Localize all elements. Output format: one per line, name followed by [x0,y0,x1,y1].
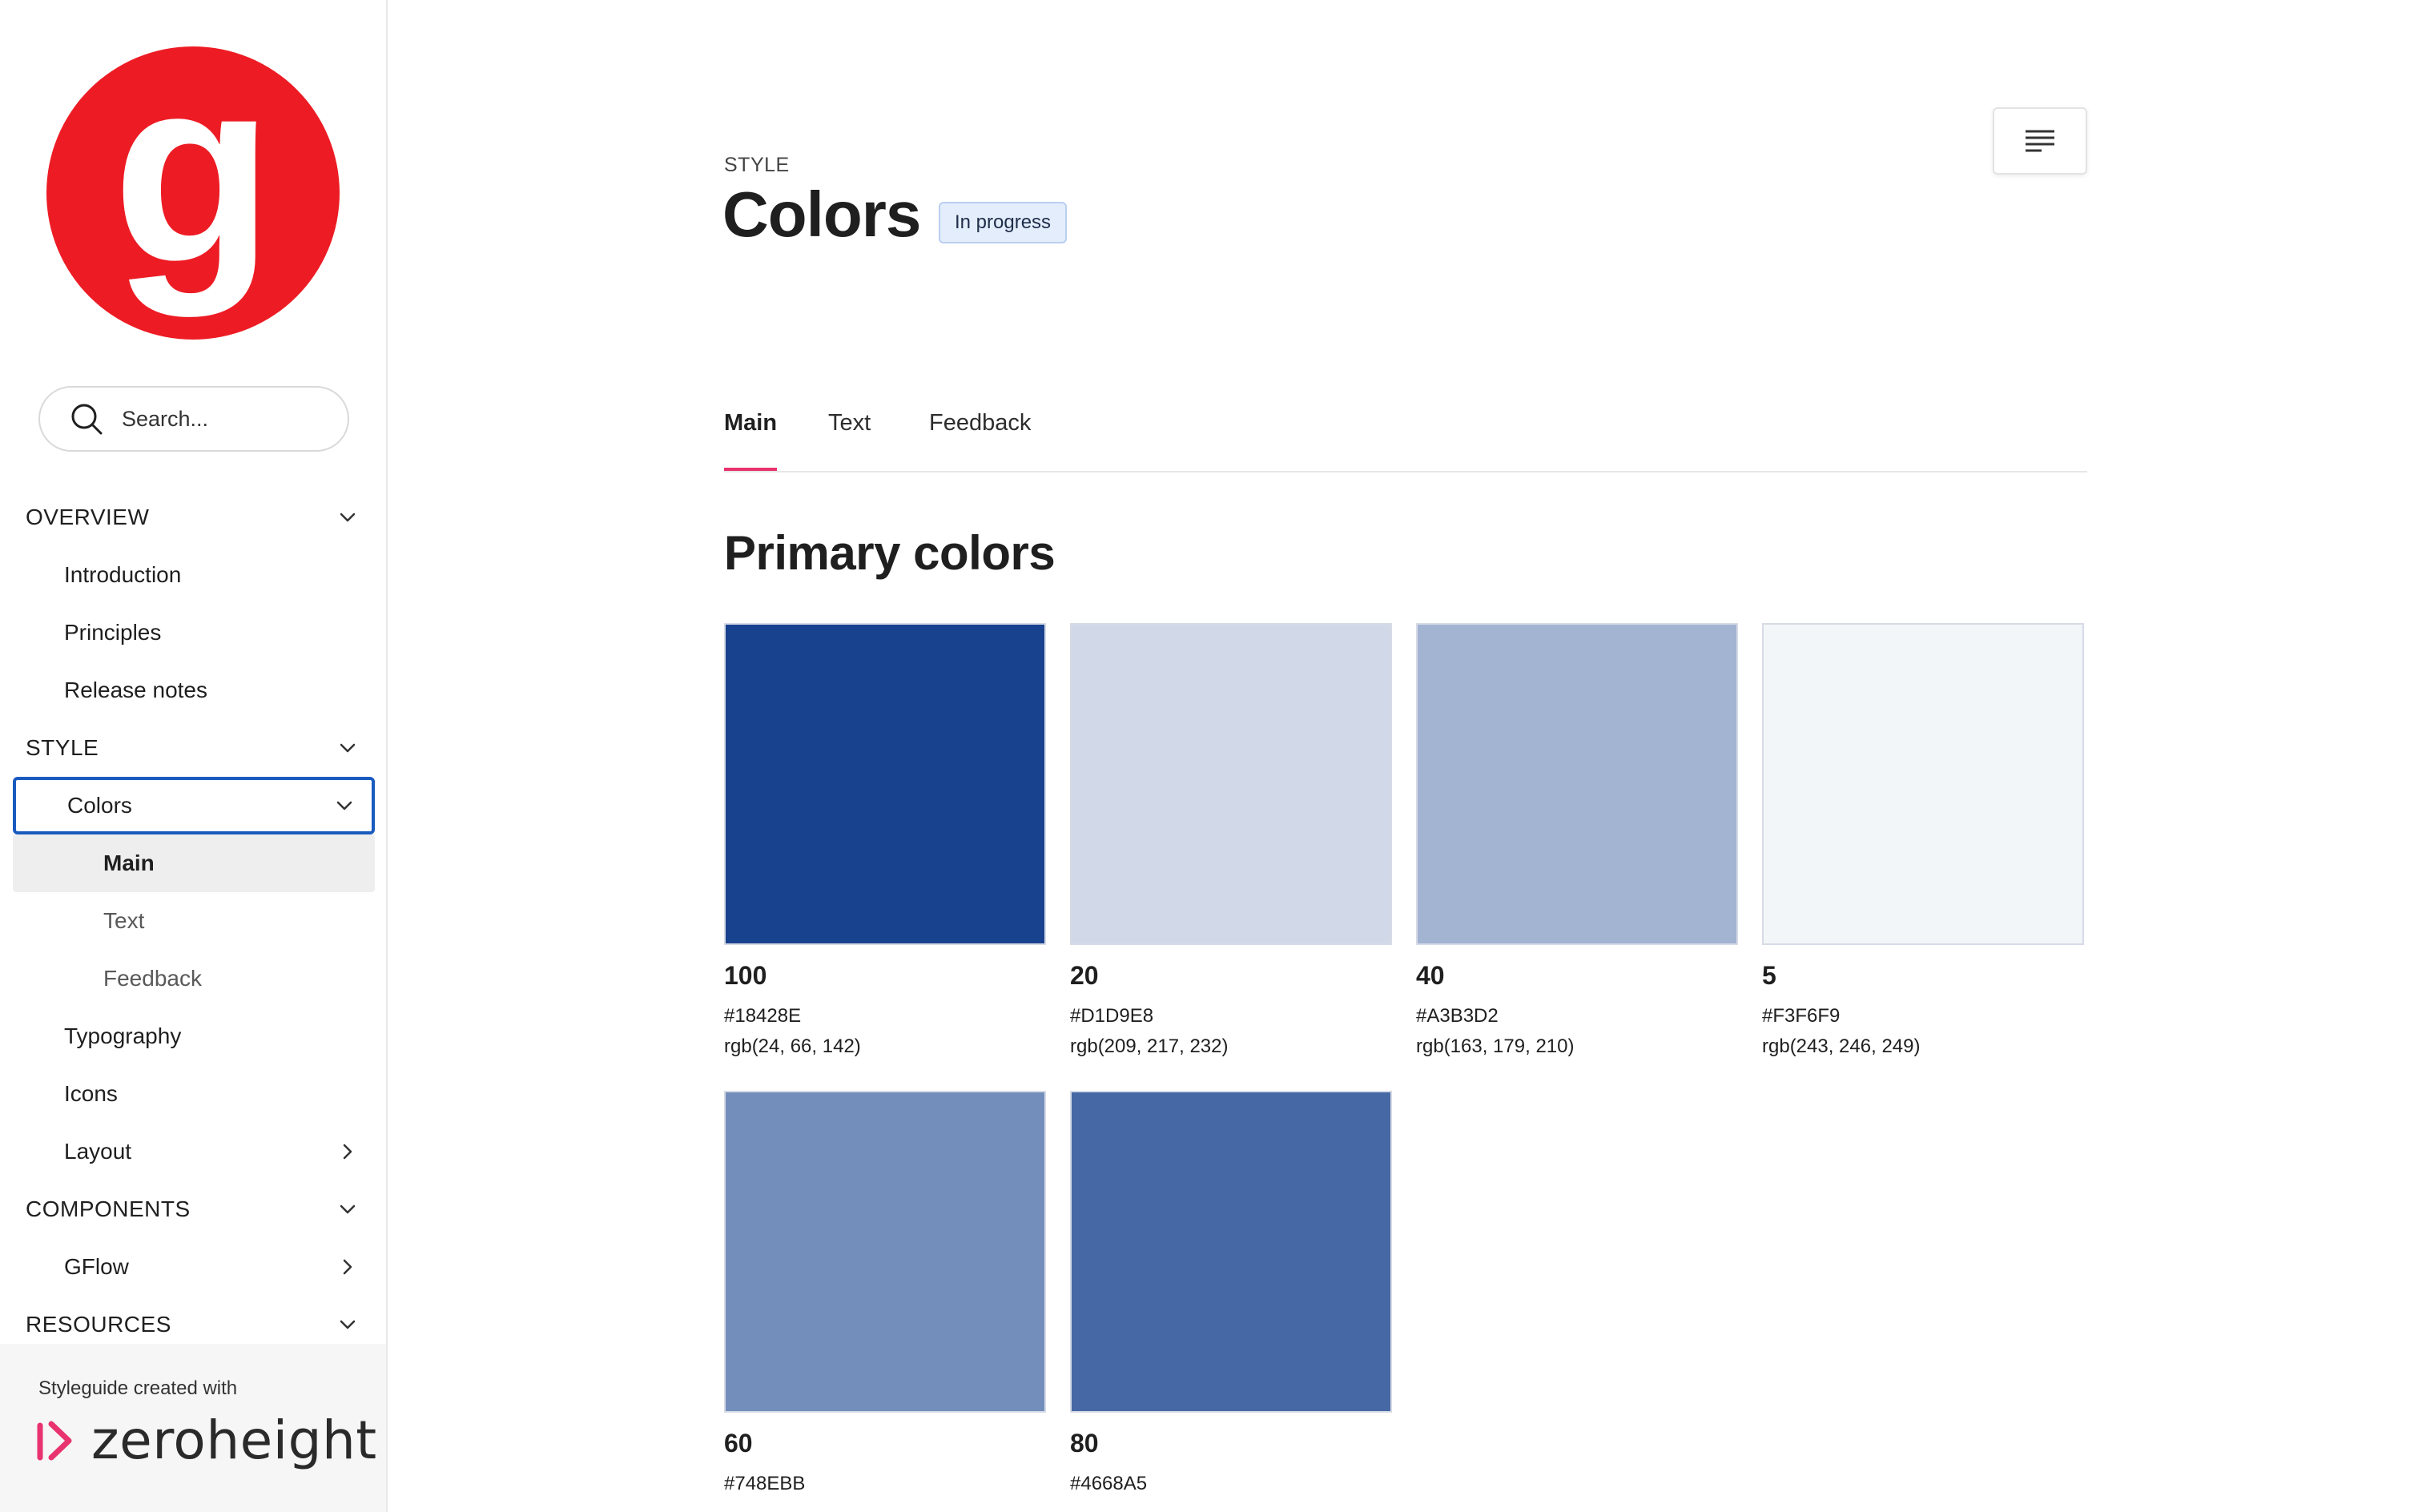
page-tabs: Main Text Feedback [724,400,2087,472]
sidebar-item-label: Main [103,850,155,875]
table-of-contents-button[interactable] [1993,107,2087,175]
page-category: STYLE [724,154,790,176]
sidebar-item-text[interactable]: Text [13,892,375,950]
swatch-hex: #D1D9E8 [1070,1005,1154,1027]
sidebar-nav: OVERVIEW Introduction Principles Release no… [0,489,388,1344]
sidebar-item-gflow[interactable]: GFlow [13,1238,375,1296]
footer-caption: Styleguide created with [38,1377,238,1399]
color-chip[interactable] [1416,623,1738,945]
swatch-rgb: rgb(24, 66, 142) [724,1035,861,1057]
section-title-primary-colors: Primary colors [724,526,1056,580]
chevron-right-icon[interactable] [336,1140,359,1163]
swatch-name: 80 [1070,1429,1099,1458]
sidebar-item-label: Colors [67,793,132,818]
sidebar-item-icons[interactable]: Icons [13,1065,375,1123]
sidebar-item-label: COMPONENTS [26,1196,191,1221]
sidebar-item-label: Principles [64,620,162,645]
sidebar-item-release-notes[interactable]: Release notes [13,662,375,719]
color-chip[interactable] [724,623,1046,945]
search-input[interactable]: Search... [38,386,349,452]
sidebar-item-label: Release notes [64,678,208,702]
swatch-rgb: rgb(209, 217, 232) [1070,1035,1229,1057]
sidebar-item-label: OVERVIEW [26,505,150,529]
swatch-name: 5 [1762,961,1776,990]
color-swatch-40[interactable]: 40 #A3B3D2 rgb(163, 179, 210) [1416,623,1738,1058]
nav-section-resources[interactable]: RESOURCES [13,1296,375,1344]
swatch-hex: #748EBB [724,1473,806,1494]
chevron-down-icon[interactable] [336,1313,359,1336]
color-swatch-80[interactable]: 80 #4668A5 [1070,1091,1392,1503]
sidebar-item-label: Typography [64,1023,182,1048]
sidebar-item-colors[interactable]: Colors [13,777,375,834]
chevron-down-icon[interactable] [336,506,359,529]
zeroheight-logo-icon [37,1421,72,1460]
swatch-hex: #A3B3D2 [1416,1005,1499,1027]
color-chip[interactable] [1070,1091,1392,1413]
color-chip[interactable] [1762,623,2084,945]
swatch-hex: #4668A5 [1070,1473,1148,1494]
zeroheight-link[interactable]: zeroheight [35,1409,377,1471]
main-content: STYLE Colors In progress Main Text Feedb… [388,0,2422,1512]
chevron-down-icon[interactable] [333,794,356,817]
sidebar-item-label: STYLE [26,735,99,760]
status-badge: In progress [939,202,1068,243]
swatch-name: 60 [724,1429,753,1458]
sidebar-item-typography[interactable]: Typography [13,1007,375,1065]
sidebar-item-label: Layout [64,1139,132,1164]
swatch-rgb: rgb(163, 179, 210) [1416,1035,1575,1057]
nav-section-style[interactable]: STYLE [13,719,375,777]
sidebar-item-label: Icons [64,1081,118,1106]
swatch-name: 40 [1416,961,1445,990]
color-chip[interactable] [1070,623,1392,945]
sidebar-item-label: Text [103,908,145,933]
table-of-contents-icon [2026,130,2054,152]
swatch-rgb: rgb(243, 246, 249) [1762,1035,1921,1057]
active-tab-indicator [724,468,777,471]
swatch-name: 100 [724,961,767,990]
chevron-down-icon[interactable] [336,737,359,759]
sidebar-item-label: GFlow [64,1254,129,1279]
color-chip[interactable] [724,1091,1046,1413]
color-swatch-60[interactable]: 60 #748EBB [724,1091,1046,1503]
page-title: Colors [722,179,921,250]
sidebar-item-label: Introduction [64,562,182,587]
sidebar-footer: Styleguide created with zeroheight [0,1344,386,1512]
tab-feedback[interactable]: Feedback [929,410,1031,436]
sidebar: g Search... OVERVIEW Introduction Principl… [0,0,388,1512]
brand-logo[interactable]: g [46,46,340,340]
swatch-hex: #18428E [724,1005,802,1027]
nav-section-components[interactable]: COMPONENTS [13,1180,375,1238]
nav-section-overview[interactable]: OVERVIEW [13,489,375,546]
tab-text[interactable]: Text [828,410,871,436]
search-icon [71,404,103,435]
swatch-hex: #F3F6F9 [1762,1005,1841,1027]
sidebar-item-layout[interactable]: Layout [13,1123,375,1180]
sidebar-item-feedback[interactable]: Feedback [13,950,375,1007]
color-swatch-5[interactable]: 5 #F3F6F9 rgb(243, 246, 249) [1762,623,2084,1058]
sidebar-item-introduction[interactable]: Introduction [13,546,375,604]
sidebar-item-principles[interactable]: Principles [13,604,375,662]
chevron-right-icon[interactable] [336,1256,359,1278]
color-swatch-20[interactable]: 20 #D1D9E8 rgb(209, 217, 232) [1070,623,1392,1058]
tab-main[interactable]: Main [724,410,777,436]
chevron-down-icon[interactable] [336,1198,359,1220]
sidebar-item-label: RESOURCES [26,1312,171,1337]
search-placeholder: Search... [122,406,209,431]
svg-text:g: g [112,46,274,319]
sidebar-item-label: Feedback [103,966,202,991]
zeroheight-wordmark: zeroheight [91,1409,377,1471]
color-swatch-100[interactable]: 100 #18428E rgb(24, 66, 142) [724,623,1046,1058]
sidebar-item-main[interactable]: Main [13,834,375,892]
swatch-name: 20 [1070,961,1099,990]
